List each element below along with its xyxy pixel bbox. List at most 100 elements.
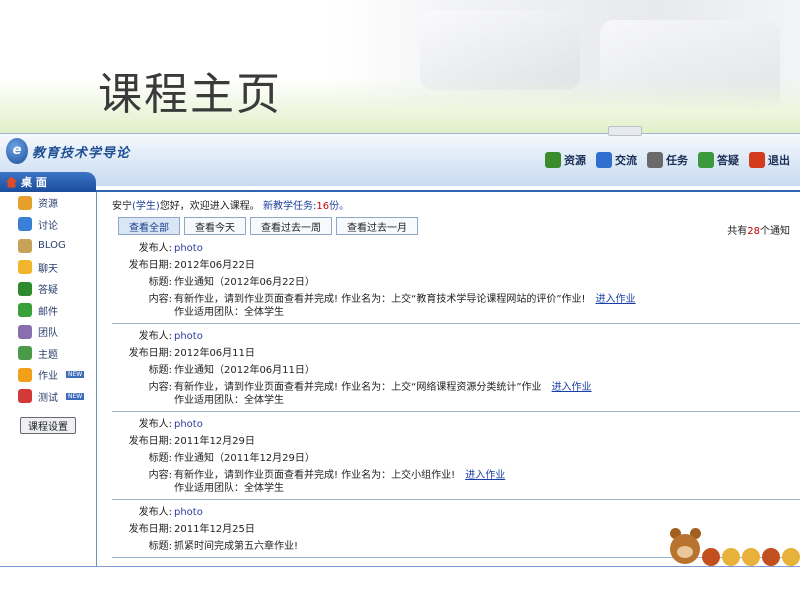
blog-icon bbox=[18, 238, 32, 253]
content-text: 有新作业，请到作业页面查看并完成! 作业名为：上交“网络课程资源分类统计”作业 bbox=[174, 382, 542, 393]
title-label: 标题: bbox=[148, 365, 172, 376]
course-app-window: e 教育技术学导论 资源 交流 任务 答疑 退出 桌 面 资源 讨论 BLOG 聊天 答疑 邮件团… bbox=[0, 126, 800, 567]
task-suffix: 份。 bbox=[329, 201, 350, 212]
slide-nav-dot[interactable] bbox=[722, 548, 740, 566]
filter-tab[interactable]: 查看全部 bbox=[118, 217, 180, 235]
topnav-label: 答疑 bbox=[717, 154, 739, 167]
publisher-row: 发布人: photo bbox=[112, 418, 800, 431]
topnav-task[interactable]: 任务 bbox=[647, 152, 688, 168]
topnav-exchange[interactable]: 交流 bbox=[596, 152, 637, 168]
content-value: 有新作业，请到作业页面查看并完成! 作业名为：上交“教育技术学导论课程网站的评价… bbox=[172, 293, 636, 319]
exchange-icon bbox=[596, 152, 612, 168]
publisher-label: 发布人: bbox=[138, 507, 172, 518]
task-label: 新教学任务: bbox=[263, 201, 317, 212]
sidebar-item-label: 主题 bbox=[38, 349, 58, 361]
content-row: 内容: 有新作业，请到作业页面查看并完成! 作业名为：上交“网络课程资源分类统计”… bbox=[112, 381, 800, 407]
topnav-qa[interactable]: 答疑 bbox=[698, 152, 739, 168]
welcome-message: 安宁(学生)您好，欢迎进入课程。 新教学任务:16份。 bbox=[112, 197, 349, 212]
sidebar-item-mail[interactable]: 邮件 bbox=[0, 300, 96, 322]
publisher-value[interactable]: photo bbox=[172, 506, 203, 519]
sidebar-item-qa[interactable]: 答疑 bbox=[0, 278, 96, 300]
date-label: 发布日期: bbox=[128, 348, 172, 359]
date-value: 2012年06月22日 bbox=[174, 260, 255, 271]
bear-mascot-icon bbox=[668, 528, 702, 566]
publisher-value[interactable]: photo bbox=[172, 242, 203, 255]
title-value: 作业通知（2011年12月29日） bbox=[174, 453, 315, 464]
sidebar-item-blog[interactable]: BLOG bbox=[0, 235, 96, 257]
qa-icon bbox=[18, 281, 32, 296]
date-value: 2011年12月29日 bbox=[174, 436, 255, 447]
task-count: 16 bbox=[316, 201, 330, 212]
slide-nav-dot[interactable] bbox=[782, 548, 800, 566]
sidebar-item-label: 作业 bbox=[38, 371, 58, 383]
collapsed-tab[interactable] bbox=[608, 126, 642, 136]
slide-nav-dot[interactable] bbox=[762, 548, 780, 566]
date-value: 2012年06月11日 bbox=[174, 348, 255, 359]
bottom-divider bbox=[0, 566, 800, 567]
publisher-row: 发布人: photo bbox=[112, 330, 800, 343]
topnav-label: 退出 bbox=[768, 154, 790, 167]
publisher-label: 发布人: bbox=[138, 331, 172, 342]
team-text: 作业适用团队：全体学生 bbox=[174, 395, 284, 406]
new-badge: NEW bbox=[66, 371, 85, 379]
filter-tab[interactable]: 查看过去一周 bbox=[250, 217, 332, 235]
content-value: 有新作业，请到作业页面查看并完成! 作业名为：上交小组作业! 进入作业 作业适用团队… bbox=[172, 469, 505, 495]
topnav-resource[interactable]: 资源 bbox=[545, 152, 586, 168]
sidebar-item-label: 团队 bbox=[38, 328, 58, 340]
desk-tab-label: 桌 面 bbox=[21, 176, 47, 189]
enter-homework-link[interactable]: 进入作业 bbox=[596, 294, 636, 305]
desk-tab[interactable]: 桌 面 bbox=[0, 172, 96, 192]
publisher-row: 发布人: photo bbox=[112, 506, 800, 519]
slide-nav-dot[interactable] bbox=[702, 548, 720, 566]
date-row: 发布日期: 2011年12月29日 bbox=[112, 435, 800, 448]
top-header: e 教育技术学导论 资源 交流 任务 答疑 退出 bbox=[0, 126, 800, 186]
filter-tab[interactable]: 查看过去一月 bbox=[336, 217, 418, 235]
title-row: 标题: 作业通知（2012年06月22日） bbox=[112, 276, 800, 289]
slide-nav-dots bbox=[702, 548, 800, 566]
notice-item: 发布人: photo 发布日期: 2012年06月22日 标题: 作业通知（2012年06… bbox=[112, 236, 800, 324]
sidebar-item-chat[interactable]: 聊天 bbox=[0, 257, 96, 279]
exit-icon bbox=[749, 152, 765, 168]
top-nav: 资源 交流 任务 答疑 退出 bbox=[545, 152, 790, 168]
sidebar-item-homework[interactable]: 作业 NEW bbox=[0, 364, 96, 386]
sidebar-item-team[interactable]: 团队 bbox=[0, 321, 96, 343]
discussion-icon bbox=[18, 217, 32, 232]
notice-item: 发布人: photo 发布日期: 2011年12月29日标题: 作业通知（2011年12… bbox=[112, 412, 800, 500]
content-value: 有新作业，请到作业页面查看并完成! 作业名为：上交“网络课程资源分类统计”作业进… bbox=[172, 381, 592, 407]
topic-icon bbox=[18, 346, 32, 361]
topnav-exit[interactable]: 退出 bbox=[749, 152, 790, 168]
content-row: 内容: 有新作业，请到作业页面查看并完成! 作业名为：上交小组作业! 进入作业 作业适… bbox=[112, 469, 800, 495]
task-icon bbox=[647, 152, 663, 168]
sidebar-item-label: 讨论 bbox=[38, 220, 58, 232]
notice-total: 共有28个通知 bbox=[727, 222, 790, 237]
enter-homework-link[interactable]: 进入作业 bbox=[552, 382, 592, 393]
title-label: 标题: bbox=[148, 453, 172, 464]
topnav-label: 交流 bbox=[615, 154, 637, 167]
content-label: 内容: bbox=[148, 382, 172, 393]
publisher-value[interactable]: photo bbox=[172, 330, 203, 343]
sidebar-item-test[interactable]: 测试 NEW bbox=[0, 386, 96, 408]
sidebar-item-resource[interactable]: 资源 bbox=[0, 192, 96, 214]
user-role: (学生) bbox=[132, 201, 160, 212]
content-line: 有新作业，请到作业页面查看并完成! 作业名为：上交“网络课程资源分类统计”作业进… bbox=[174, 381, 592, 394]
sidebar-item-label: 聊天 bbox=[38, 263, 58, 275]
enter-homework-link[interactable]: 进入作业 bbox=[465, 470, 505, 481]
home-icon bbox=[6, 176, 17, 188]
team-text: 作业适用团队：全体学生 bbox=[174, 483, 284, 494]
homework-icon bbox=[18, 367, 32, 382]
title-value: 作业通知（2012年06月22日） bbox=[174, 277, 315, 288]
course-settings-button[interactable]: 课程设置 bbox=[20, 417, 76, 434]
publisher-value[interactable]: photo bbox=[172, 418, 203, 431]
sidebar-item-topic[interactable]: 主题 bbox=[0, 343, 96, 365]
sidebar-item-discussion[interactable]: 讨论 bbox=[0, 214, 96, 236]
main-content: 安宁(学生)您好，欢迎进入课程。 新教学任务:16份。 查看全部 查看今天 查看过去… bbox=[112, 192, 800, 567]
team-text: 作业适用团队：全体学生 bbox=[174, 307, 284, 318]
content-row: 内容: 有新作业，请到作业页面查看并完成! 作业名为：上交“教育技术学导论课程网站… bbox=[112, 293, 800, 319]
sidebar-item-label: 资源 bbox=[38, 199, 58, 211]
qa-icon bbox=[698, 152, 714, 168]
title-row: 标题: 作业通知（2012年06月11日） bbox=[112, 364, 800, 377]
publisher-row: 发布人: photo bbox=[112, 242, 800, 255]
slide-nav-dot[interactable] bbox=[742, 548, 760, 566]
filter-tab[interactable]: 查看今天 bbox=[184, 217, 246, 235]
team-icon bbox=[18, 324, 32, 339]
